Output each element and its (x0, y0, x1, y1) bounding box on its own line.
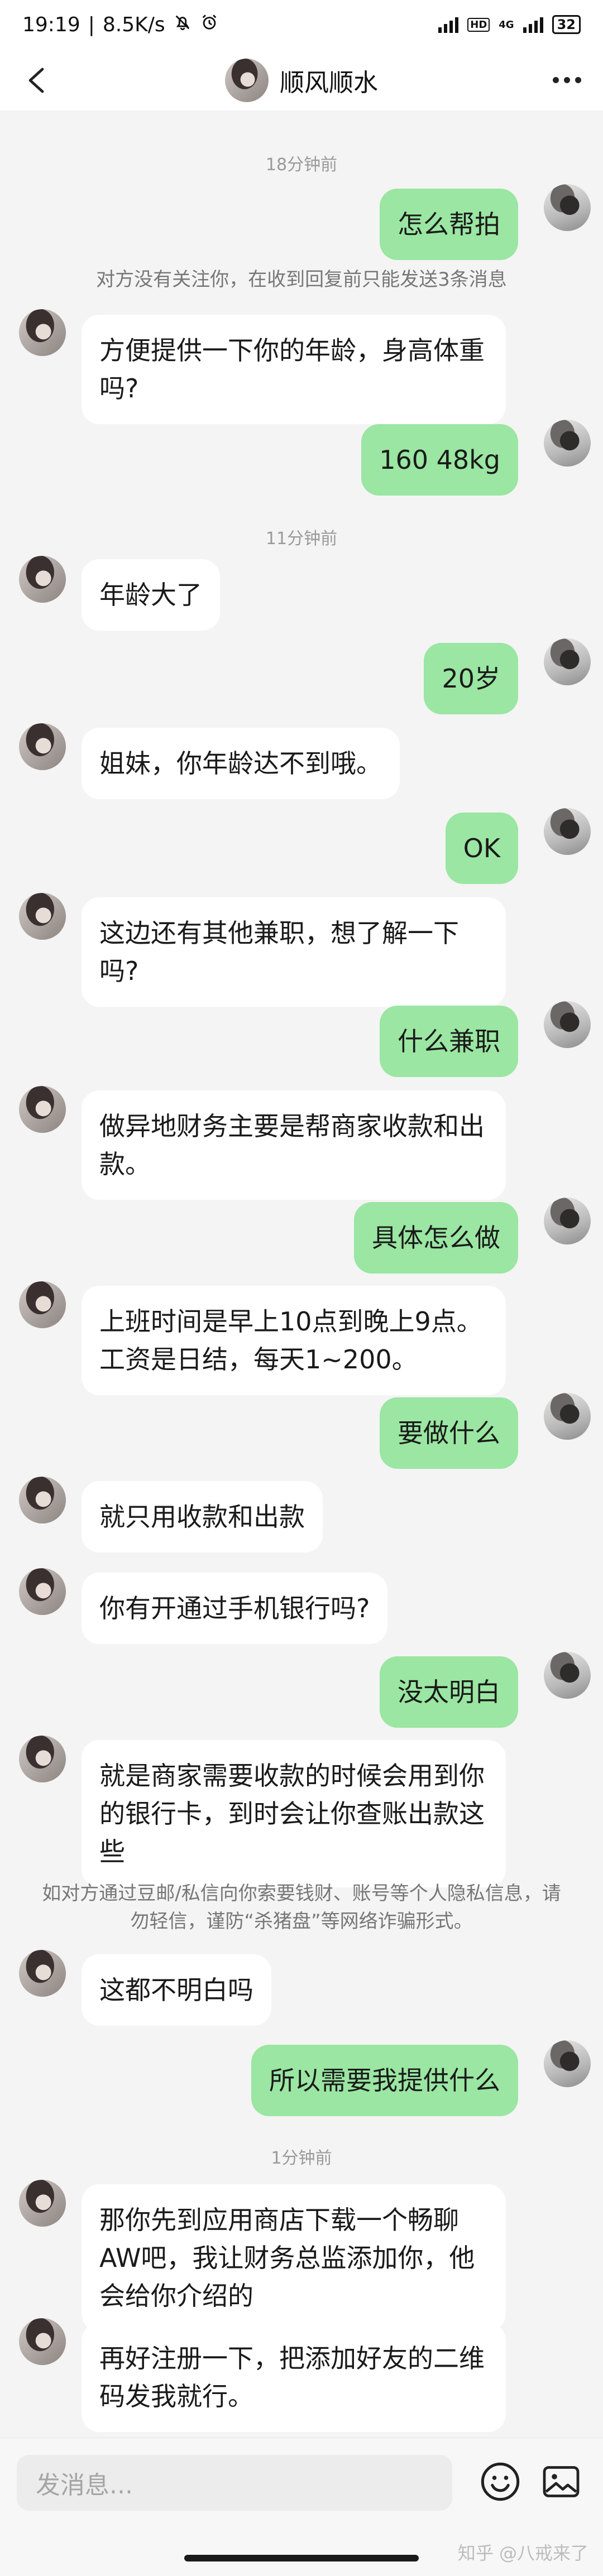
message-bubble-received[interactable]: 你有开通过手机银行吗? (82, 1573, 388, 1644)
watermark: 知乎 @八戒来了 (457, 2543, 588, 2564)
home-indicator[interactable] (184, 2555, 419, 2561)
avatar[interactable] (19, 1568, 66, 1615)
chat-title-area[interactable]: 顺风顺水 (0, 59, 603, 102)
message-bubble-received[interactable]: 年龄大了 (82, 559, 220, 631)
battery-indicator: 32 (552, 15, 581, 34)
message-bubble-sent[interactable]: 没太明白 (380, 1656, 518, 1728)
avatar[interactable] (19, 1477, 66, 1524)
message-bubble-sent[interactable]: 160 48kg (361, 424, 518, 496)
message-bubble-sent[interactable]: 具体怎么做 (354, 1202, 518, 1273)
message-bubble-sent[interactable]: 什么兼职 (380, 1006, 518, 1077)
alarm-icon (200, 13, 219, 37)
avatar[interactable] (544, 184, 591, 231)
message-bubble-received[interactable]: 这都不明白吗 (82, 1954, 271, 2026)
signal-icon (438, 16, 459, 33)
avatar[interactable] (544, 808, 591, 855)
hd-badge: HD (467, 17, 490, 32)
message-list[interactable]: 18分钟前 怎么帮拍 对方没有关注你，在收到回复前只能发送3条消息 方便提供一下… (0, 110, 603, 2438)
message-bubble-sent[interactable]: OK (445, 813, 518, 884)
bottom-area: 知乎 @八戒来了 (0, 2527, 603, 2576)
image-icon[interactable] (540, 2462, 582, 2502)
timestamp: 11分钟前 (265, 529, 338, 549)
avatar[interactable] (544, 1198, 591, 1244)
chat-header: 顺风顺水 (0, 49, 603, 110)
avatar[interactable] (19, 893, 66, 940)
message-bubble-sent[interactable]: 20岁 (424, 643, 518, 714)
page-title: 顺风顺水 (280, 69, 378, 97)
message-bubble-sent[interactable]: 所以需要我提供什么 (251, 2045, 518, 2116)
avatar[interactable] (19, 2318, 66, 2365)
message-bubble-received[interactable]: 再好注册一下，把添加好友的二维码发我就行。 (82, 2323, 506, 2432)
avatar[interactable] (544, 420, 591, 467)
avatar[interactable] (19, 1281, 66, 1328)
avatar[interactable] (544, 1001, 591, 1048)
message-bubble-received[interactable]: 那你先到应用商店下载一个畅聊AW吧，我让财务总监添加你，他会给你介绍的 (82, 2184, 506, 2332)
message-input[interactable]: 发消息... (17, 2455, 452, 2511)
input-bar: 发消息... (0, 2438, 603, 2527)
message-bubble-received[interactable]: 就只用收款和出款 (82, 1481, 323, 1553)
avatar[interactable] (544, 638, 591, 685)
status-speed: 8.5K/s (102, 13, 165, 36)
avatar[interactable] (19, 1736, 66, 1782)
avatar[interactable] (19, 309, 66, 356)
message-bubble-received[interactable]: 姐妹，你年龄达不到哦。 (82, 728, 400, 799)
signal-icon-2 (523, 16, 543, 33)
avatar[interactable] (19, 1950, 66, 1997)
message-bubble-sent[interactable]: 怎么帮拍 (380, 189, 518, 260)
message-bubble-received[interactable]: 就是商家需要收款的时候会用到你的银行卡，到时会让你查账出款这些 (82, 1740, 506, 1887)
follow-notice: 对方没有关注你，在收到回复前只能发送3条消息 (96, 268, 507, 291)
avatar[interactable] (19, 723, 66, 770)
avatar[interactable] (19, 556, 66, 603)
status-separator: | (88, 13, 95, 36)
avatar[interactable] (225, 59, 269, 102)
bell-mute-icon (173, 13, 192, 37)
emoji-icon[interactable] (479, 2460, 521, 2503)
avatar[interactable] (544, 1393, 591, 1440)
network-label: 4G (499, 18, 514, 31)
message-bubble-sent[interactable]: 要做什么 (380, 1397, 518, 1469)
status-time: 19:19 (22, 13, 80, 36)
message-bubble-received[interactable]: 上班时间是早上10点到晚上9点。工资是日结，每天1~200。 (82, 1286, 506, 1395)
avatar[interactable] (19, 2180, 66, 2227)
message-bubble-received[interactable]: 这边还有其他兼职，想了解一下吗? (82, 897, 506, 1007)
avatar[interactable] (544, 1652, 591, 1699)
timestamp: 18分钟前 (265, 155, 338, 175)
avatar[interactable] (544, 2040, 591, 2087)
avatar[interactable] (19, 1086, 66, 1133)
message-bubble-received[interactable]: 方便提供一下你的年龄，身高体重吗? (82, 315, 506, 424)
fraud-warning: 如对方通过豆邮/私信向你索要钱财、账号等个人隐私信息，请勿轻信，谨防“杀猪盘”等… (42, 1882, 561, 1933)
more-dots-icon[interactable] (547, 66, 586, 94)
message-bubble-received[interactable]: 做异地财务主要是帮商家收款和出款。 (82, 1090, 506, 1200)
timestamp: 1分钟前 (271, 2149, 332, 2168)
status-bar: 19:19 | 8.5K/s HD 4G 32 (0, 0, 603, 49)
